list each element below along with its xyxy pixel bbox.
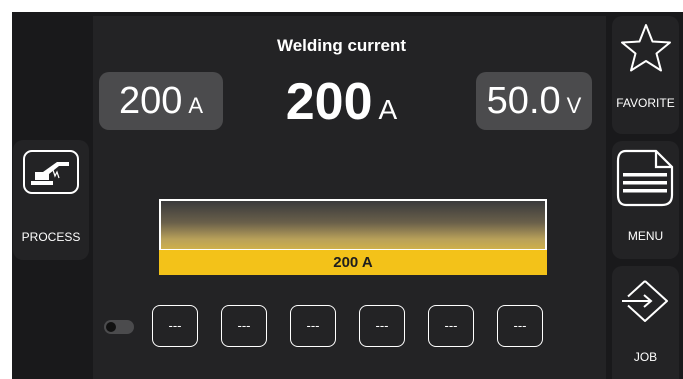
job-label: JOB	[633, 350, 658, 364]
right-param-box[interactable]: 50.0 V	[476, 72, 592, 130]
memory-slot-6[interactable]: ---	[497, 305, 543, 347]
toggle-knob	[106, 322, 116, 332]
job-arrows-icon	[620, 278, 670, 324]
right-param-value: 50.0	[486, 80, 561, 122]
page-title: Welding current	[276, 36, 407, 55]
memory-slot-4[interactable]: ---	[359, 305, 405, 347]
left-param-unit: A	[188, 93, 204, 118]
memory-toggle[interactable]	[104, 320, 134, 334]
welding-torch-icon	[23, 150, 79, 194]
current-gauge	[159, 199, 547, 251]
memory-slot-5[interactable]: ---	[428, 305, 474, 347]
right-param-unit: V	[566, 93, 582, 118]
gauge-value-bar: 200 A	[159, 250, 547, 275]
main-unit: A	[378, 94, 398, 125]
job-button[interactable]: JOB	[612, 266, 679, 379]
left-param-value: 200	[118, 80, 183, 122]
menu-document-icon	[616, 149, 674, 207]
memory-slot-1[interactable]: ---	[152, 305, 198, 347]
memory-slot-3[interactable]: ---	[290, 305, 336, 347]
memory-slot-2[interactable]: ---	[221, 305, 267, 347]
favorite-label: FAVORITE	[616, 96, 675, 110]
main-value: 200	[285, 73, 373, 131]
star-icon	[620, 22, 672, 74]
menu-label: MENU	[627, 229, 664, 243]
left-param-box[interactable]: 200 A	[99, 72, 223, 130]
menu-button[interactable]: MENU	[612, 141, 679, 259]
process-button[interactable]: PROCESS	[13, 140, 89, 260]
process-label: PROCESS	[21, 230, 81, 244]
favorite-button[interactable]: FAVORITE	[612, 16, 679, 134]
